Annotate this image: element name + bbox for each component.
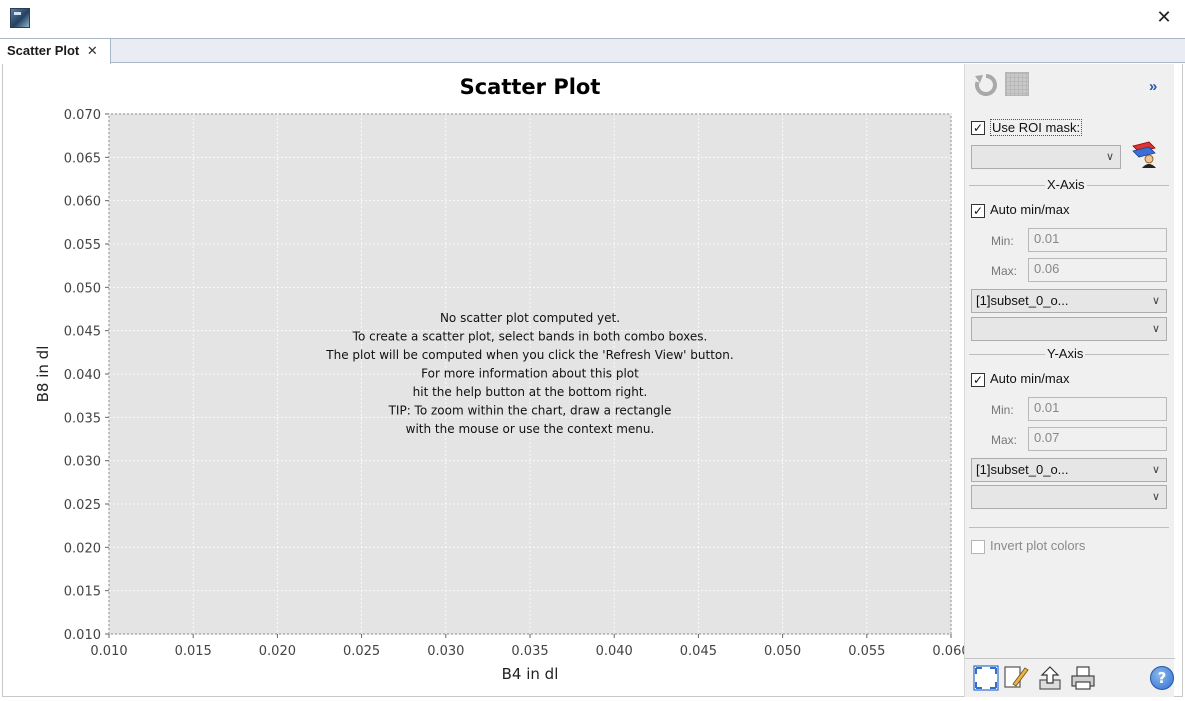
chevron-down-icon: ∨ bbox=[1151, 295, 1160, 307]
chevron-down-icon: ∨ bbox=[1151, 323, 1160, 335]
x-axis-label: B4 in dl bbox=[502, 665, 559, 683]
print-icon[interactable] bbox=[1070, 665, 1096, 691]
x-band-combo[interactable]: [1]subset_0_o... ∨ bbox=[971, 289, 1167, 313]
chevron-down-icon: ∨ bbox=[1105, 151, 1114, 163]
x-tick-label: 0.025 bbox=[343, 644, 380, 659]
x-tick-label: 0.055 bbox=[848, 644, 885, 659]
chart-title: Scatter Plot bbox=[460, 75, 601, 99]
y-auto-minmax-label[interactable]: Auto min/max bbox=[990, 371, 1069, 386]
empty-chart-message-line: For more information about this plot bbox=[421, 367, 639, 381]
y-band2-combo[interactable]: ∨ bbox=[971, 485, 1167, 509]
tab-bar: Scatter Plot ✕ bbox=[0, 38, 1185, 64]
y-tick-label: 0.030 bbox=[64, 455, 101, 470]
y-tick-label: 0.040 bbox=[64, 368, 101, 383]
y-max-field[interactable]: 0.07 bbox=[1028, 427, 1167, 451]
options-panel: » ✓ Use ROI mask: ∨ X-Axis ✓ Auto min/ma… bbox=[964, 64, 1175, 697]
x-tick-label: 0.060 bbox=[932, 644, 965, 659]
x-max-label: Max: bbox=[991, 264, 1018, 278]
empty-chart-message-line: To create a scatter plot, select bands i… bbox=[352, 330, 708, 344]
chart[interactable]: Scatter Plot 0.010 0.015 0.020 0.025 0.030 0.… bbox=[3, 64, 965, 697]
y-tick-label: 0.045 bbox=[64, 325, 101, 340]
x-tick-label: 0.020 bbox=[259, 644, 296, 659]
y-axis-label: B8 in dl bbox=[34, 346, 52, 403]
empty-chart-message-line: TIP: To zoom within the chart, draw a re… bbox=[388, 404, 672, 418]
tab-label: Scatter Plot bbox=[7, 43, 80, 58]
y-min-field[interactable]: 0.01 bbox=[1028, 397, 1167, 421]
y-tick-labels: 0.070 0.065 0.060 0.055 0.050 0.045 0.040 0.035… bbox=[64, 108, 101, 643]
refresh-icon[interactable] bbox=[973, 72, 999, 98]
y-tick-label: 0.070 bbox=[64, 108, 101, 123]
x-max-field[interactable]: 0.06 bbox=[1028, 258, 1167, 282]
x-band2-combo[interactable]: ∨ bbox=[971, 317, 1167, 341]
y-tick-label: 0.055 bbox=[64, 238, 101, 253]
x-min-field[interactable]: 0.01 bbox=[1028, 228, 1167, 252]
x-tick-label: 0.015 bbox=[175, 644, 212, 659]
x-auto-minmax-checkbox[interactable]: ✓ bbox=[971, 204, 985, 218]
y-max-label: Max: bbox=[991, 433, 1018, 447]
y-band-combo[interactable]: [1]subset_0_o... ∨ bbox=[971, 458, 1167, 482]
y-tick-label: 0.020 bbox=[64, 541, 101, 556]
roi-mask-manager-icon[interactable] bbox=[1129, 138, 1159, 168]
x-tick-label: 0.050 bbox=[764, 644, 801, 659]
y-tick-label: 0.010 bbox=[64, 628, 101, 643]
app-icon bbox=[10, 8, 30, 28]
y-tick-label: 0.050 bbox=[64, 281, 101, 296]
export-icon[interactable] bbox=[1037, 665, 1063, 691]
y-tick-label: 0.065 bbox=[64, 151, 101, 166]
x-axis-section-title: X-Axis bbox=[1045, 177, 1087, 192]
invert-separator bbox=[969, 527, 1169, 528]
window-close-icon[interactable]: ✕ bbox=[1152, 6, 1176, 30]
empty-chart-message-line: The plot will be computed when you click… bbox=[325, 348, 733, 362]
roi-mask-combo[interactable]: ∨ bbox=[971, 145, 1121, 169]
chevron-down-icon: ∨ bbox=[1151, 464, 1160, 476]
edit-icon[interactable] bbox=[1003, 664, 1029, 690]
empty-chart-message-line: No scatter plot computed yet. bbox=[440, 311, 620, 325]
x-tick-labels: 0.010 0.015 0.020 0.025 0.030 0.035 0.040 0.045… bbox=[90, 644, 965, 659]
collapse-panel-icon[interactable]: » bbox=[1149, 78, 1157, 95]
x-tick-label: 0.040 bbox=[596, 644, 633, 659]
invert-colors-label[interactable]: Invert plot colors bbox=[990, 538, 1085, 553]
x-min-label: Min: bbox=[991, 234, 1014, 248]
empty-chart-message-line: with the mouse or use the context menu. bbox=[406, 422, 655, 436]
y-auto-minmax-checkbox[interactable]: ✓ bbox=[971, 373, 985, 387]
help-icon[interactable]: ? bbox=[1150, 666, 1174, 690]
chevron-down-icon: ∨ bbox=[1151, 491, 1160, 503]
x-tick-label: 0.035 bbox=[511, 644, 548, 659]
x-band-value: [1]subset_0_o... bbox=[976, 293, 1069, 308]
x-auto-minmax-label[interactable]: Auto min/max bbox=[990, 202, 1069, 217]
y-min-label: Min: bbox=[991, 403, 1014, 417]
zoom-all-icon[interactable] bbox=[973, 665, 999, 691]
roi-mask-checkbox[interactable]: ✓ bbox=[971, 121, 985, 135]
invert-colors-checkbox[interactable] bbox=[971, 540, 985, 554]
y-tick-label: 0.025 bbox=[64, 498, 101, 513]
y-axis-section-title: Y-Axis bbox=[1045, 346, 1086, 361]
empty-chart-message-line: hit the help button at the bottom right. bbox=[413, 385, 648, 399]
y-tick-label: 0.060 bbox=[64, 195, 101, 210]
y-tick-label: 0.035 bbox=[64, 411, 101, 426]
y-tick-label: 0.015 bbox=[64, 585, 101, 600]
grid-icon[interactable] bbox=[1005, 72, 1029, 96]
y-band-value: [1]subset_0_o... bbox=[976, 462, 1069, 477]
x-tick-label: 0.010 bbox=[90, 644, 127, 659]
tab-close-icon[interactable]: ✕ bbox=[87, 39, 98, 63]
x-tick-label: 0.045 bbox=[680, 644, 717, 659]
roi-mask-label[interactable]: Use ROI mask: bbox=[990, 119, 1083, 136]
x-tick-label: 0.030 bbox=[427, 644, 464, 659]
tab-scatter-plot[interactable]: Scatter Plot ✕ bbox=[0, 39, 111, 64]
toolbar-separator bbox=[965, 658, 1175, 659]
